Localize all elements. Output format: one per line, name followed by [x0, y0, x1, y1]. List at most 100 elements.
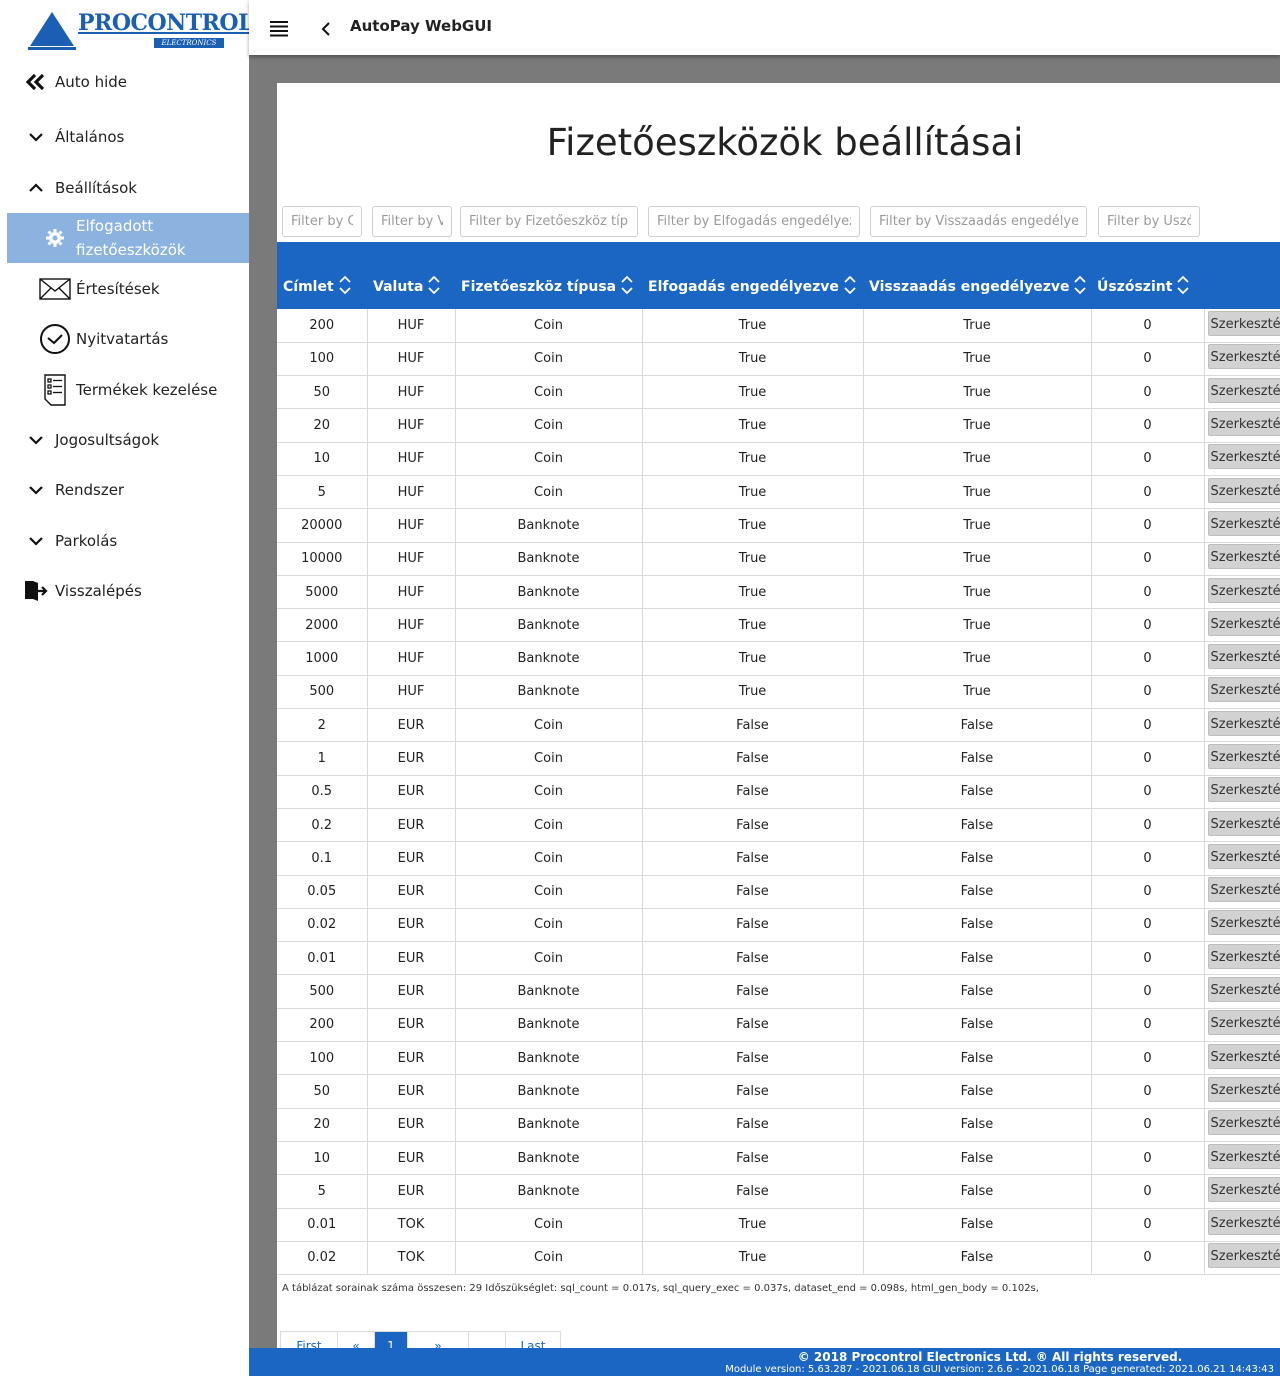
- cell-uszoszint: 0: [1091, 741, 1205, 776]
- pagination-last[interactable]: Last: [505, 1331, 561, 1348]
- sidebar-item-beallitasok[interactable]: Beállítások: [0, 170, 249, 206]
- cell-elfogadas: True: [642, 442, 864, 476]
- column-header-uszoszint[interactable]: Úszószint: [1091, 242, 1204, 309]
- edit-button[interactable]: Szerkesztés: [1207, 344, 1280, 370]
- pagination-prev[interactable]: «: [337, 1331, 375, 1348]
- cell-visszaadas: False: [863, 941, 1092, 976]
- edit-button[interactable]: Szerkesztés: [1207, 777, 1280, 803]
- edit-button[interactable]: Szerkesztés: [1207, 1143, 1280, 1169]
- hamburger-menu-icon[interactable]: [269, 18, 289, 38]
- sort-icon[interactable]: [428, 275, 441, 299]
- cell-tipus: Coin: [455, 342, 643, 377]
- cell-actions: Szerkesztés: [1204, 875, 1280, 909]
- edit-button[interactable]: Szerkesztés: [1207, 744, 1280, 769]
- procontrol-logo: PROCONTROL ELECTRONICS: [28, 10, 254, 50]
- sidebar-item-visszalepes[interactable]: Visszalépés: [0, 573, 249, 609]
- cell-visszaadas: True: [863, 375, 1092, 410]
- edit-button[interactable]: Szerkesztés: [1207, 610, 1280, 636]
- column-header-visszaadas[interactable]: Visszaadás engedélyezve: [863, 242, 1091, 309]
- sort-icon[interactable]: [844, 275, 856, 299]
- cell-elfogadas: True: [642, 641, 864, 676]
- edit-button[interactable]: Szerkesztés: [1207, 544, 1280, 570]
- edit-button[interactable]: Szerkesztés: [1207, 710, 1280, 736]
- auto-hide-button[interactable]: Auto hide: [0, 64, 249, 100]
- table-row: 50 EUR Banknote False False 0 Szerkesztés: [277, 1074, 1280, 1109]
- main-content: Fizetőeszközök beállításai Címlet Valuta…: [249, 55, 1280, 1348]
- edit-button[interactable]: Szerkesztés: [1207, 1210, 1280, 1236]
- edit-button[interactable]: Szerkesztés: [1207, 1010, 1280, 1036]
- edit-button[interactable]: Szerkesztés: [1207, 444, 1280, 470]
- edit-button[interactable]: Szerkesztés: [1207, 1076, 1280, 1102]
- gear-icon: [43, 228, 67, 248]
- pagination-next[interactable]: »: [407, 1331, 469, 1348]
- sidebar-item-nyitvatartas[interactable]: Nyitvatartás: [0, 321, 249, 357]
- edit-button[interactable]: Szerkesztés: [1207, 377, 1280, 403]
- edit-button[interactable]: Szerkesztés: [1207, 1110, 1280, 1136]
- cell-tipus: Banknote: [455, 1041, 643, 1076]
- cell-actions: Szerkesztés: [1204, 575, 1280, 610]
- document-list-icon: [38, 374, 72, 406]
- edit-button[interactable]: Szerkesztés: [1207, 510, 1280, 536]
- table-stats: A táblázat sorainak száma összesen: 29 I…: [282, 1283, 1039, 1294]
- sidebar-item-label: Elfogadott fizetőeszközök: [76, 217, 186, 259]
- sidebar-item-jogosultsagok[interactable]: Jogosultságok: [0, 422, 249, 458]
- chevron-down-icon: [24, 536, 48, 546]
- sort-icon[interactable]: [1177, 275, 1190, 299]
- filter-elfogadas-input[interactable]: [648, 206, 860, 237]
- edit-button[interactable]: Szerkesztés: [1207, 477, 1280, 503]
- cell-elfogadas: True: [642, 408, 864, 443]
- filter-cimlet-input[interactable]: [282, 206, 362, 237]
- cell-elfogadas: False: [642, 841, 864, 876]
- sort-icon[interactable]: [339, 275, 351, 299]
- filter-visszaadas-input[interactable]: [870, 206, 1087, 237]
- edit-button[interactable]: Szerkesztés: [1207, 943, 1280, 969]
- table-row: 0.05 EUR Coin False False 0 Szerkesztés: [277, 875, 1280, 909]
- cell-elfogadas: True: [642, 1208, 864, 1242]
- edit-button[interactable]: Szerkesztés: [1207, 877, 1280, 903]
- pagination-current[interactable]: 1: [374, 1331, 408, 1348]
- edit-button[interactable]: Szerkesztés: [1207, 910, 1280, 936]
- filter-tipus-input[interactable]: [460, 206, 638, 237]
- sidebar-item-termekek-kezelese[interactable]: Termékek kezelése: [0, 372, 249, 408]
- edit-button[interactable]: Szerkesztés: [1207, 810, 1280, 836]
- cell-tipus: Banknote: [455, 608, 643, 643]
- filter-uszo-input[interactable]: [1098, 206, 1200, 237]
- sidebar-item-ertesitesek[interactable]: Értesítések: [0, 271, 249, 307]
- filter-valuta-input[interactable]: [372, 206, 452, 237]
- cell-visszaadas: True: [863, 408, 1092, 443]
- edit-button[interactable]: Szerkesztés: [1207, 644, 1280, 670]
- edit-button[interactable]: Szerkesztés: [1207, 977, 1280, 1003]
- edit-button[interactable]: Szerkesztés: [1207, 577, 1280, 603]
- cell-uszoszint: 0: [1091, 1141, 1205, 1176]
- pagination-spacer[interactable]: [468, 1331, 506, 1348]
- sort-icon[interactable]: [621, 275, 633, 299]
- sidebar-item-label: Termékek kezelése: [76, 381, 218, 399]
- edit-button[interactable]: Szerkesztés: [1207, 1243, 1280, 1269]
- edit-button[interactable]: Szerkesztés: [1207, 677, 1280, 703]
- back-chevron-icon[interactable]: [319, 18, 333, 38]
- edit-button[interactable]: Szerkesztés: [1207, 1043, 1280, 1069]
- column-header-cimlet[interactable]: Címlet: [277, 242, 367, 309]
- cell-actions: Szerkesztés: [1204, 641, 1280, 676]
- sidebar-item-rendszer[interactable]: Rendszer: [0, 472, 249, 508]
- cell-elfogadas: False: [642, 741, 864, 776]
- cell-visszaadas: True: [863, 442, 1092, 476]
- column-header-elfogadas[interactable]: Elfogadás engedélyezve: [642, 242, 863, 309]
- cell-elfogadas: True: [642, 342, 864, 377]
- cell-valuta: HUF: [367, 442, 456, 476]
- cell-cimlet: 1: [277, 741, 368, 776]
- column-header-valuta[interactable]: Valuta: [367, 242, 455, 309]
- column-header-tipus[interactable]: Fizetőeszköz típusa: [455, 242, 642, 309]
- edit-button[interactable]: Szerkesztés: [1207, 843, 1280, 869]
- edit-button[interactable]: Szerkesztés: [1207, 1176, 1280, 1202]
- cell-visszaadas: False: [863, 741, 1092, 776]
- cell-uszoszint: 0: [1091, 1174, 1205, 1209]
- sidebar-item-elfogadott-fizetoeszkozok[interactable]: Elfogadott fizetőeszközök: [7, 213, 249, 263]
- sort-icon[interactable]: [1074, 275, 1087, 299]
- cell-valuta: HUF: [367, 575, 456, 610]
- sidebar-item-parkolas[interactable]: Parkolás: [0, 523, 249, 559]
- edit-button[interactable]: Szerkesztés: [1207, 411, 1280, 437]
- edit-button[interactable]: Szerkesztés: [1207, 310, 1280, 336]
- sidebar-item-altalanos[interactable]: Általános: [0, 119, 249, 155]
- pagination-first[interactable]: First: [280, 1331, 338, 1348]
